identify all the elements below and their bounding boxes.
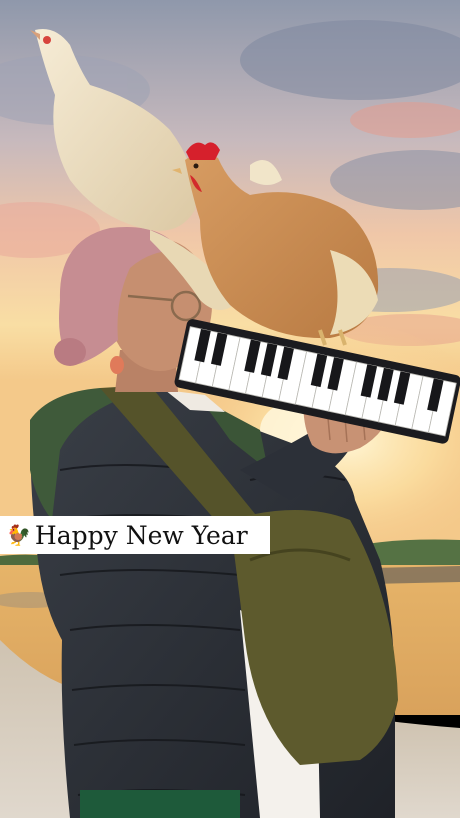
rooster-icon: 🐓	[6, 523, 31, 547]
pants	[80, 790, 240, 818]
earring	[110, 356, 124, 374]
photo-scene: 🐓 Happy New Year	[0, 0, 460, 818]
caption-text: Happy New Year	[34, 520, 248, 550]
photo-illustration	[0, 0, 460, 818]
caption-banner: 🐓 Happy New Year	[0, 516, 270, 554]
hair-bun	[54, 338, 86, 366]
